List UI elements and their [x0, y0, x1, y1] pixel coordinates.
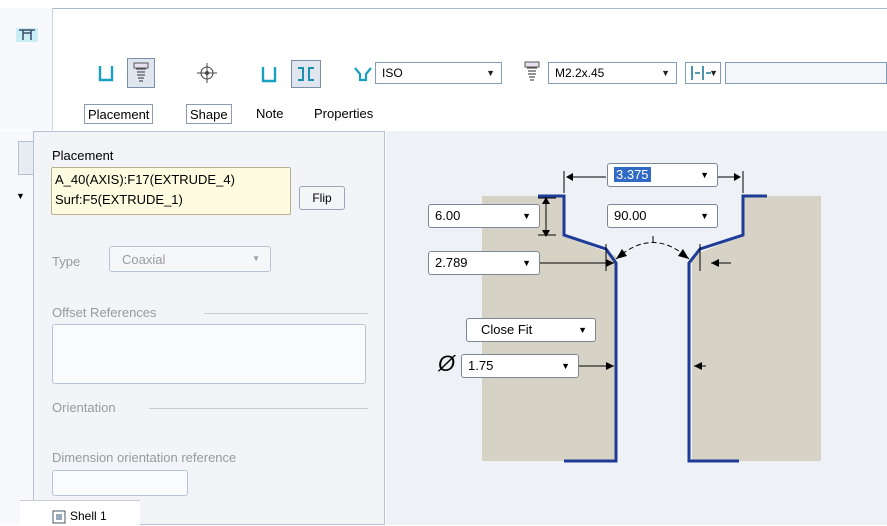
- type-value: Coaxial: [122, 252, 166, 267]
- chevron-down-icon: ▼: [661, 68, 670, 78]
- depth-value: 6.00: [435, 208, 461, 223]
- chevron-down-icon: ▼: [578, 325, 587, 335]
- chevron-down-icon: ▼: [522, 211, 531, 221]
- section-divider: [149, 408, 368, 409]
- tab-shape[interactable]: Shape: [186, 104, 232, 124]
- cbore-diameter-dropdown[interactable]: 2.789 ▼: [428, 251, 540, 275]
- placement-panel: Placement A_40(AXIS):F17(EXTRUDE_4) Surf…: [33, 131, 385, 525]
- fit-dropdown[interactable]: Close Fit ▼: [466, 318, 596, 342]
- depth-value-input[interactable]: [725, 62, 887, 84]
- placement-ref-2: Surf:F5(EXTRUDE_1): [55, 192, 183, 207]
- tapped-hole-icon[interactable]: [291, 60, 321, 88]
- hole-diameter-dropdown[interactable]: 1.75 ▼: [461, 354, 579, 378]
- angle-value: 90.00: [614, 208, 647, 223]
- hole-diameter-value: 1.75: [468, 358, 494, 373]
- flip-button[interactable]: Flip: [299, 186, 345, 210]
- thread-standard-value: ISO: [382, 66, 403, 80]
- angle-dropdown[interactable]: 90.00 ▼: [607, 204, 718, 228]
- flip-label: Flip: [312, 191, 332, 205]
- model-tree-edge: ▼: [0, 131, 34, 525]
- section-divider: [204, 313, 368, 314]
- chevron-down-icon: ▼: [252, 254, 260, 263]
- chevron-down-icon: ▼: [522, 258, 531, 268]
- feature-strip: [0, 8, 53, 130]
- diameter-symbol: Ø: [438, 351, 456, 376]
- shape-preview-canvas: 3.375 ▼ 6.00 ▼ 90.00 ▼ 2.789 ▼ Close Fit…: [386, 131, 887, 525]
- toolbar-divider: [0, 8, 887, 9]
- standard-hole-icon[interactable]: [127, 58, 155, 88]
- chevron-down-icon: ▼: [561, 361, 570, 371]
- chevron-down-icon: ▼: [486, 68, 495, 78]
- screw-size-icon: [520, 60, 544, 84]
- shell-feature-icon: [52, 510, 66, 524]
- thread-standard-dropdown[interactable]: ISO ▼: [375, 62, 502, 84]
- type-dropdown[interactable]: Coaxial ▼: [109, 246, 271, 272]
- placement-ref-1: A_40(AXIS):F17(EXTRUDE_4): [55, 172, 235, 187]
- tab-properties[interactable]: Properties: [314, 104, 373, 124]
- dimension-orientation-field[interactable]: [52, 470, 188, 496]
- chevron-down-icon[interactable]: ▼: [16, 191, 25, 201]
- placement-title: Placement: [52, 148, 114, 163]
- top-diameter-value: 3.375: [614, 167, 651, 182]
- depth-dropdown[interactable]: 6.00 ▼: [428, 204, 540, 228]
- tree-tab[interactable]: [18, 141, 34, 175]
- chevron-down-icon: ▼: [700, 211, 709, 221]
- shell-label: Shell 1: [70, 509, 107, 523]
- dimension-orientation-label: Dimension orientation reference: [52, 450, 237, 465]
- material-right: [692, 196, 821, 461]
- simple-hole-icon[interactable]: [94, 61, 118, 85]
- hole-profile-drawing: [482, 171, 821, 463]
- offset-references-field[interactable]: [52, 324, 366, 384]
- hole-feature-icon[interactable]: [16, 28, 38, 45]
- depth-option-dropdown[interactable]: ▼: [685, 62, 721, 84]
- sketch-profile-icon[interactable]: [195, 61, 219, 85]
- chevron-down-icon: ▼: [700, 170, 709, 180]
- type-label: Type: [52, 254, 81, 269]
- tapered-hole-icon[interactable]: [257, 62, 281, 86]
- offset-references-label: Offset References: [52, 305, 157, 320]
- tab-placement[interactable]: Placement: [84, 104, 154, 124]
- cbore-diameter-value: 2.789: [435, 255, 468, 270]
- screw-size-dropdown[interactable]: M2.2x.45 ▼: [548, 62, 677, 84]
- top-diameter-dropdown[interactable]: 3.375 ▼: [607, 163, 718, 187]
- placement-references-field[interactable]: A_40(AXIS):F17(EXTRUDE_4) Surf:F5(EXTRUD…: [51, 167, 291, 215]
- tab-note[interactable]: Note: [256, 104, 283, 124]
- chevron-down-icon: ▼: [709, 68, 718, 78]
- fit-value: Close Fit: [481, 322, 533, 337]
- countersink-icon[interactable]: [351, 62, 375, 86]
- screw-size-value: M2.2x.45: [555, 66, 605, 80]
- orientation-label: Orientation: [52, 400, 116, 415]
- tree-item-shell[interactable]: Shell 1: [20, 500, 140, 526]
